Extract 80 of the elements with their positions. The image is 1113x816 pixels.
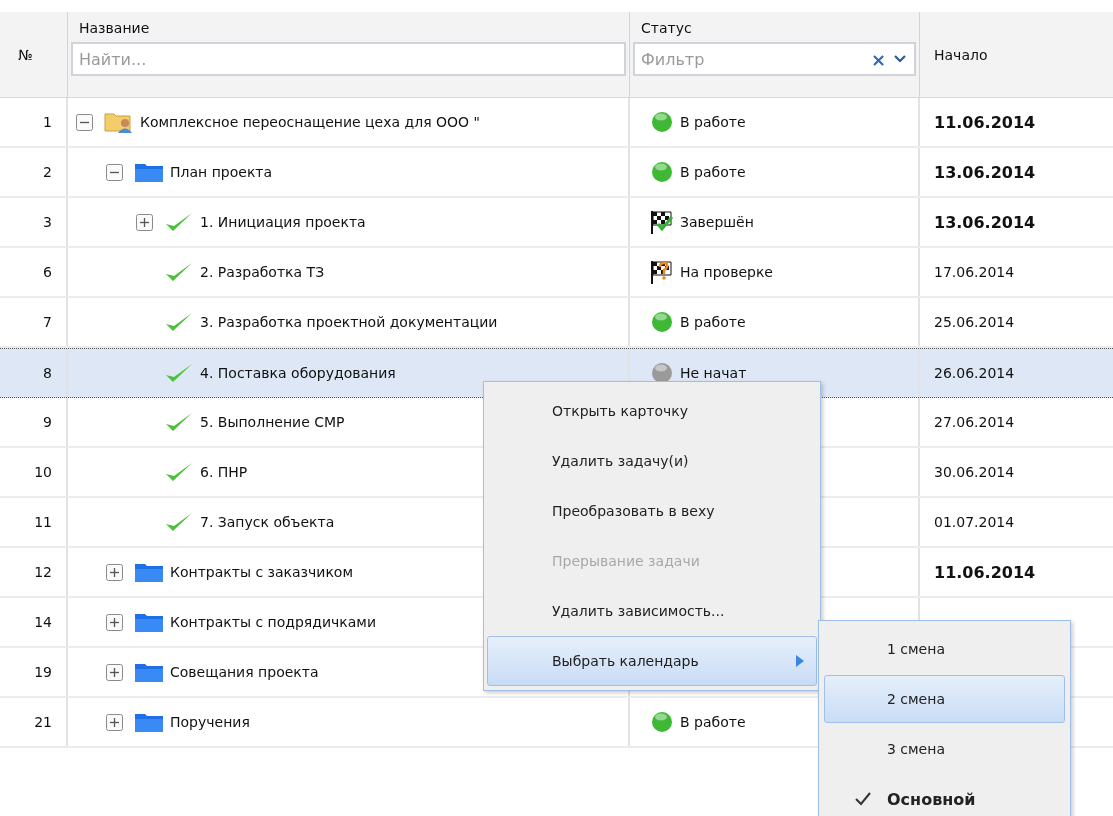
clear-button[interactable]: ×	[864, 48, 892, 70]
expand-icon[interactable]	[106, 563, 123, 581]
row-number: 11	[34, 514, 52, 530]
row-number: 10	[34, 464, 52, 480]
row-number: 3	[43, 214, 52, 230]
collapse-icon[interactable]	[106, 163, 123, 181]
task-name: Совещания проекта	[170, 664, 319, 680]
start-date: 11.06.2014	[934, 112, 1036, 132]
start-date: 27.06.2014	[934, 414, 1015, 430]
column-header[interactable]: Название	[71, 20, 150, 36]
status-ball-icon	[650, 160, 674, 184]
menu-item[interactable]: 2 смена	[824, 675, 1065, 723]
checkered-flag-icon	[650, 259, 674, 285]
menu-item[interactable]: Выбрать календарь	[487, 636, 817, 686]
search-field[interactable]: Найти...	[71, 42, 626, 76]
dropdown-icon[interactable]	[894, 55, 906, 63]
expand-icon[interactable]	[106, 613, 123, 631]
folder-icon	[134, 561, 164, 583]
menu-item[interactable]: Основной	[824, 775, 1065, 816]
selected-row[interactable]: 8 4. Поставка оборудования Не начат 26.06.2014	[0, 348, 1113, 398]
start-date: 26.06.2014	[934, 365, 1015, 381]
start-date: 13.06.2014	[934, 162, 1036, 182]
status-ball-icon	[650, 310, 674, 334]
collapse-icon[interactable]	[76, 113, 93, 131]
task-name: План проекта	[170, 164, 273, 180]
status-label: На проверке	[680, 264, 773, 280]
row-number: 7	[43, 314, 52, 330]
expand-icon[interactable]	[106, 713, 123, 731]
status-label: Завершён	[680, 214, 754, 230]
column-header[interactable]: №	[0, 12, 68, 97]
status-ball-icon	[650, 110, 674, 134]
row-number: 6	[43, 264, 52, 280]
task-name: 2. Разработка ТЗ	[200, 264, 325, 280]
menu-item[interactable]: Преобразовать в веху	[487, 486, 817, 536]
task-name: Контракты с подрядичками	[170, 614, 376, 630]
status-label: В работе	[680, 114, 746, 130]
row-number: 19	[34, 664, 52, 680]
menu-item[interactable]: Удалить зависимость...	[487, 586, 817, 636]
start-date: 17.06.2014	[934, 264, 1015, 280]
row-number: 21	[34, 714, 52, 730]
row-number: 8	[43, 365, 52, 381]
task-name: 4. Поставка оборудования	[200, 365, 396, 381]
menu-item[interactable]: Удалить задачу(и)	[487, 436, 817, 486]
folder-user-icon	[104, 110, 134, 134]
row-number: 1	[43, 114, 52, 130]
start-date: 30.06.2014	[934, 464, 1015, 480]
status-label: Не начат	[680, 365, 747, 381]
task-name: 7. Запуск объекта	[200, 514, 335, 530]
folder-icon	[134, 161, 164, 183]
menu-item[interactable]: 1 смена	[824, 625, 1065, 673]
status-label: В работе	[680, 164, 746, 180]
expand-icon[interactable]	[106, 663, 123, 681]
status-label: В работе	[680, 714, 746, 730]
task-name: 1. Инициация проекта	[200, 214, 366, 230]
check-icon	[855, 792, 871, 806]
start-date: 01.07.2014	[934, 514, 1015, 530]
column-header[interactable]: Начало	[920, 12, 1113, 97]
task-name: Комплексное переоснащение цеха для ООО "	[140, 114, 480, 130]
task-name: 3. Разработка проектной документации	[200, 314, 498, 330]
expand-icon[interactable]	[136, 213, 153, 231]
folder-icon	[134, 711, 164, 733]
start-date: 11.06.2014	[934, 562, 1036, 582]
row-number: 2	[43, 164, 52, 180]
column-header[interactable]: Статус	[633, 20, 692, 36]
folder-icon	[134, 611, 164, 633]
start-date: 25.06.2014	[934, 314, 1015, 330]
task-name: 6. ПНР	[200, 464, 248, 480]
menu-item[interactable]: 3 смена	[824, 725, 1065, 773]
task-name: Контракты с заказчиком	[170, 564, 353, 580]
checkered-flag-icon	[650, 209, 674, 235]
start-date: 13.06.2014	[934, 212, 1036, 232]
status-ball-icon	[650, 710, 674, 734]
status-label: В работе	[680, 314, 746, 330]
filter-combo[interactable]: Фильтр ×	[633, 42, 916, 76]
row-number: 14	[34, 614, 52, 630]
row-number: 12	[34, 564, 52, 580]
row-number: 9	[43, 414, 52, 430]
task-name: Поручения	[170, 714, 250, 730]
task-name: 5. Выполнение СМР	[200, 414, 345, 430]
folder-icon	[134, 661, 164, 683]
